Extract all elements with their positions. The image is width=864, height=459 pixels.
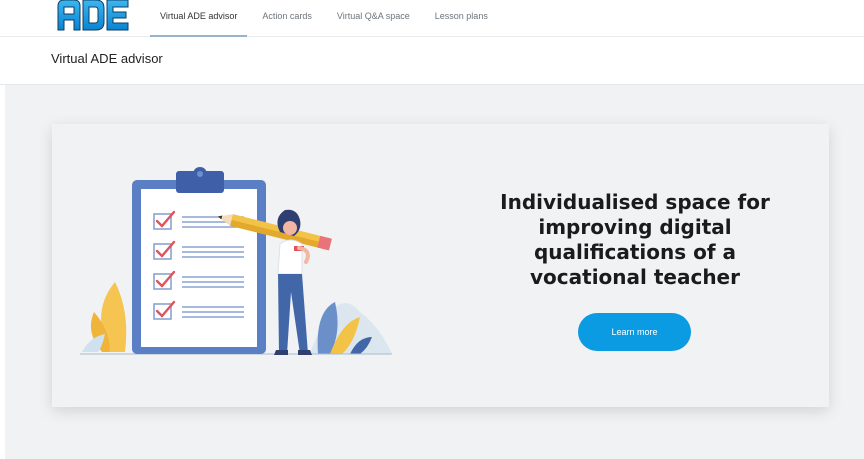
page-title: Virtual ADE advisor — [51, 51, 163, 66]
page-header: Virtual ADE advisor — [0, 37, 864, 85]
tab-virtual-ade-advisor[interactable]: Virtual ADE advisor — [150, 0, 248, 37]
hero-card: Individualised space for improving digit… — [52, 124, 829, 407]
tab-action-cards[interactable]: Action cards — [252, 0, 322, 37]
top-navigation-bar: Virtual ADE advisor Action cards Virtual… — [0, 0, 864, 37]
tab-lesson-plans[interactable]: Lesson plans — [425, 0, 498, 37]
main-nav-tabs: Virtual ADE advisor Action cards Virtual… — [150, 0, 503, 37]
hero-heading: Individualised space for improving digit… — [500, 190, 770, 289]
checklist-illustration — [80, 167, 392, 355]
tab-virtual-qa-space[interactable]: Virtual Q&A space — [327, 0, 420, 37]
ade-logo[interactable] — [56, 0, 130, 32]
learn-more-button[interactable]: Learn more — [578, 313, 691, 351]
